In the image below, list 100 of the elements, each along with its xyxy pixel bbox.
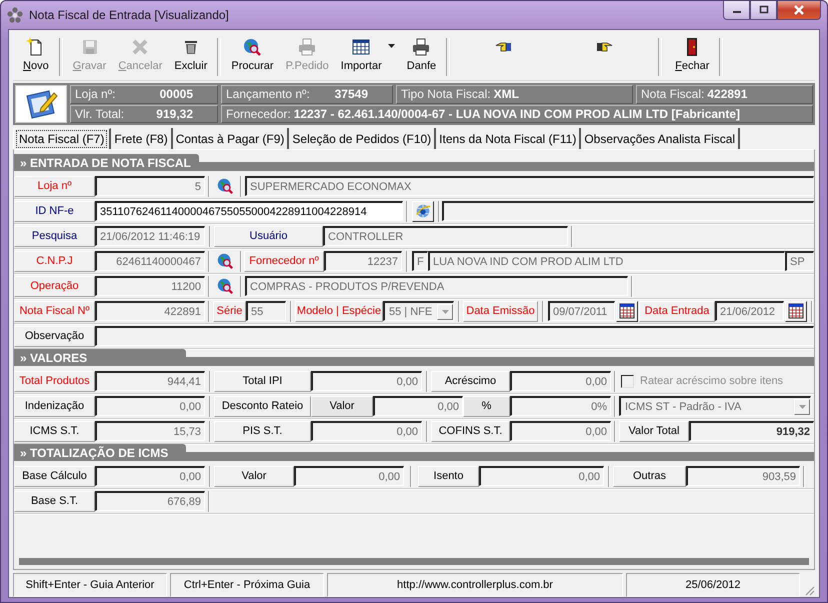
text-field[interactable]: SUPERMERCADO ECONOMAX — [245, 176, 814, 196]
toolbar-button[interactable]: Novo — [17, 32, 55, 80]
text-field[interactable]: 0,00 — [510, 421, 611, 441]
field-label: Loja nº — [14, 176, 95, 196]
field-label: Total Produtos — [14, 370, 95, 392]
caret-icon — [442, 310, 448, 314]
resize-grip-icon[interactable] — [803, 584, 815, 596]
field-label: Nota Fiscal Nº — [14, 300, 95, 322]
field-label: ICMS S.T. — [14, 420, 95, 442]
text-field[interactable]: 11200 — [95, 276, 205, 296]
field-label: Fornecedor nº — [244, 250, 324, 272]
info-value: 422891 — [707, 87, 748, 102]
table-icon — [351, 37, 372, 57]
field-label: Valor Total — [619, 420, 689, 442]
field-label: Série — [213, 300, 246, 322]
search-icon — [242, 37, 262, 57]
text-field[interactable]: 0,00 — [510, 371, 611, 391]
text-field[interactable]: 09/07/2011 — [548, 301, 615, 321]
info-value: 12237 - 62.461.140/0004-67 - LUA NOVA IND COM PROD ALIM LTD [Fabricante] — [294, 106, 740, 121]
text-field[interactable] — [95, 326, 814, 346]
text-field[interactable]: 21/06/2012 11:46:19 — [95, 226, 205, 246]
field-label: COFINS S.T. — [431, 420, 510, 442]
field-label: Acréscimo — [431, 370, 510, 392]
minimize-button[interactable] — [723, 1, 750, 20]
web-button[interactable] — [412, 200, 434, 222]
field-label: Valor — [214, 466, 294, 486]
field-label: Base S.T. — [14, 490, 95, 512]
text-field[interactable]: 944,41 — [95, 371, 205, 391]
toolbar-button[interactable]: Danfe — [400, 32, 442, 80]
info-label: Loja nº: — [75, 87, 116, 102]
text-field[interactable]: SP — [785, 251, 814, 271]
cross-icon — [130, 37, 150, 57]
info-value: XML — [494, 87, 519, 102]
status-text: Shift+Enter - Guia Anterior — [13, 573, 167, 597]
field-label: C.N.P.J — [14, 250, 95, 272]
status-text: http://www.controllerplus.com.br — [327, 573, 623, 597]
field-label: Isento — [418, 466, 479, 486]
info-value: 00005 — [160, 87, 193, 102]
field-label: Base Cálculo — [14, 466, 95, 486]
info-value: 37549 — [334, 87, 368, 102]
field-label: % — [463, 396, 510, 416]
field-label: Valor — [311, 396, 373, 416]
text-field[interactable]: 0,00 — [311, 421, 422, 441]
text-field[interactable]: 0,00 — [311, 371, 422, 391]
text-field[interactable]: 0% — [510, 396, 611, 416]
info-value: 919,32 — [156, 106, 193, 121]
status-text: Ctrl+Enter - Próxima Guia — [170, 573, 324, 597]
text-field[interactable]: 21/06/2012 — [715, 301, 784, 321]
toolbar-button[interactable]: Procurar — [225, 32, 280, 80]
close-button[interactable] — [777, 1, 821, 20]
text-field[interactable]: COMPRAS - PRODUTOS P/REVENDA — [245, 276, 628, 296]
calendar-button[interactable] — [616, 300, 638, 322]
calendar-button[interactable] — [785, 300, 807, 322]
maximize-icon — [758, 5, 768, 15]
field-label: Observação — [14, 326, 95, 346]
info-label: Vlr. Total: — [75, 106, 124, 121]
section-title: » VALORES — [14, 349, 186, 366]
field-label: Desconto Rateio — [214, 396, 311, 416]
field-label: Operação — [14, 276, 95, 296]
text-field[interactable]: 0,00 — [95, 396, 205, 416]
field-label: Modelo | Espécie — [295, 300, 383, 322]
text-field[interactable]: 5 — [95, 176, 205, 196]
text-field[interactable]: 0,00 — [479, 466, 604, 486]
text-field[interactable]: 12237 — [324, 251, 402, 271]
toolbar-button[interactable]: Importar — [334, 32, 401, 80]
text-field[interactable]: 919,32 — [689, 421, 814, 441]
printer-icon — [411, 37, 432, 57]
info-label: Tipo Nota Fiscal: — [401, 87, 491, 102]
text-field[interactable]: 0,00 — [373, 396, 463, 416]
field-label: Indenização — [14, 396, 95, 416]
tab[interactable]: Nota Fiscal (F7) — [13, 128, 112, 149]
field-label: PIS S.T. — [214, 420, 311, 442]
field-label: Pesquisa — [14, 226, 95, 246]
text-field[interactable]: F — [412, 251, 428, 271]
text-field[interactable]: LUA NOVA IND COM PROD ALIM LTD — [428, 251, 785, 271]
field-label: Usuário — [214, 226, 323, 246]
checkbox-label: Ratear acréscimo sobre itens — [640, 375, 784, 387]
text-field[interactable]: 0,00 — [294, 466, 404, 486]
text-field[interactable]: 35110762461140000467550550004228911004228914 — [95, 201, 403, 221]
text-field[interactable]: 676,89 — [95, 491, 205, 511]
text-field[interactable]: 422891 — [95, 301, 205, 321]
close-icon — [793, 4, 805, 16]
field-label: Data Entrada — [639, 300, 715, 322]
text-field[interactable]: CONTROLLER — [323, 226, 568, 246]
section-title: » ENTRADA DE NOTA FISCAL — [14, 154, 199, 171]
text-field[interactable]: 55 — [246, 301, 286, 321]
text-field[interactable]: 62461140000467 — [95, 251, 205, 271]
field-label: Data Emissão — [463, 300, 538, 322]
field-label: ID NF-e — [14, 200, 95, 222]
caret-icon — [798, 404, 806, 408]
text-field[interactable]: 15,73 — [95, 421, 205, 441]
text-field[interactable]: 903,59 — [686, 466, 800, 486]
toolbar-button[interactable]: Excluir — [168, 32, 214, 80]
text-field[interactable]: 0,00 — [95, 466, 205, 486]
maximize-button[interactable] — [750, 1, 777, 20]
section-title: » TOTALIZAÇÃO DE ICMS — [14, 444, 186, 461]
toolbar-button[interactable]: Fechar — [669, 32, 716, 80]
info-label: Fornecedor: — [226, 106, 291, 121]
text-field[interactable] — [442, 201, 814, 221]
info-label: Lançamento nº: — [226, 87, 310, 102]
